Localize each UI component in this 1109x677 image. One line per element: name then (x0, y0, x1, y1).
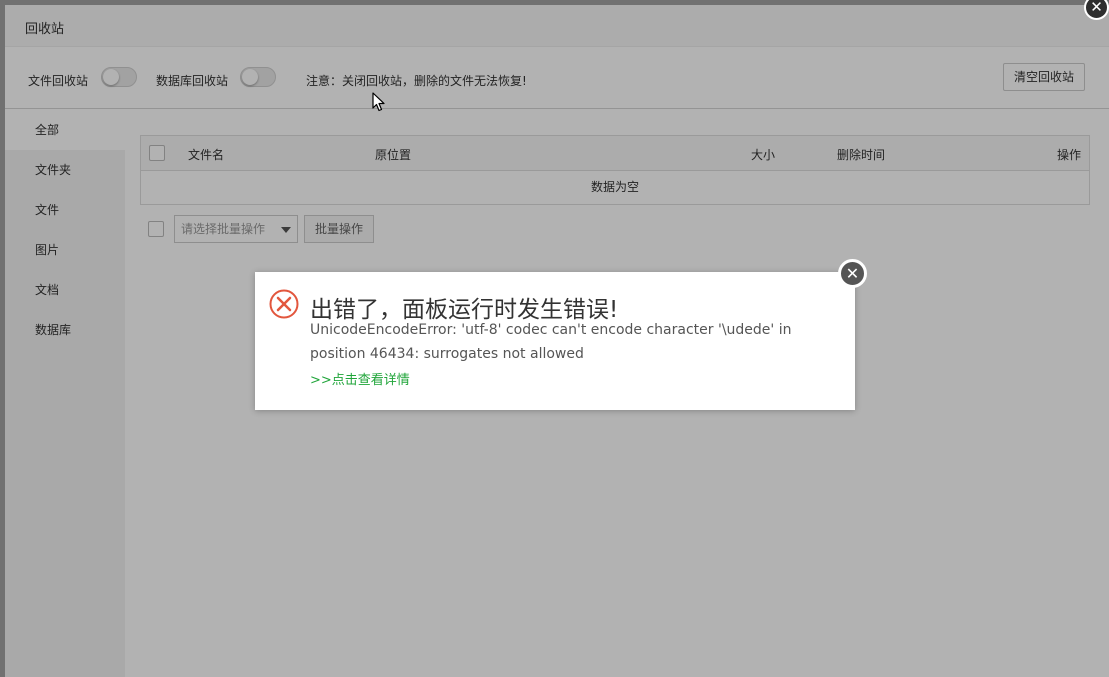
view-details-link[interactable]: >>点击查看详情 (310, 369, 410, 388)
mouse-cursor-icon (372, 92, 385, 112)
error-circle-x-icon (269, 289, 299, 319)
error-dialog: ✕ 出错了，面板运行时发生错误! UnicodeEncodeError: 'ut… (255, 259, 867, 410)
error-message: UnicodeEncodeError: 'utf-8' codec can't … (310, 322, 792, 362)
dialog-close-button[interactable]: ✕ (838, 259, 867, 288)
close-icon: ✕ (1090, 0, 1103, 16)
close-icon: ✕ (845, 264, 860, 283)
